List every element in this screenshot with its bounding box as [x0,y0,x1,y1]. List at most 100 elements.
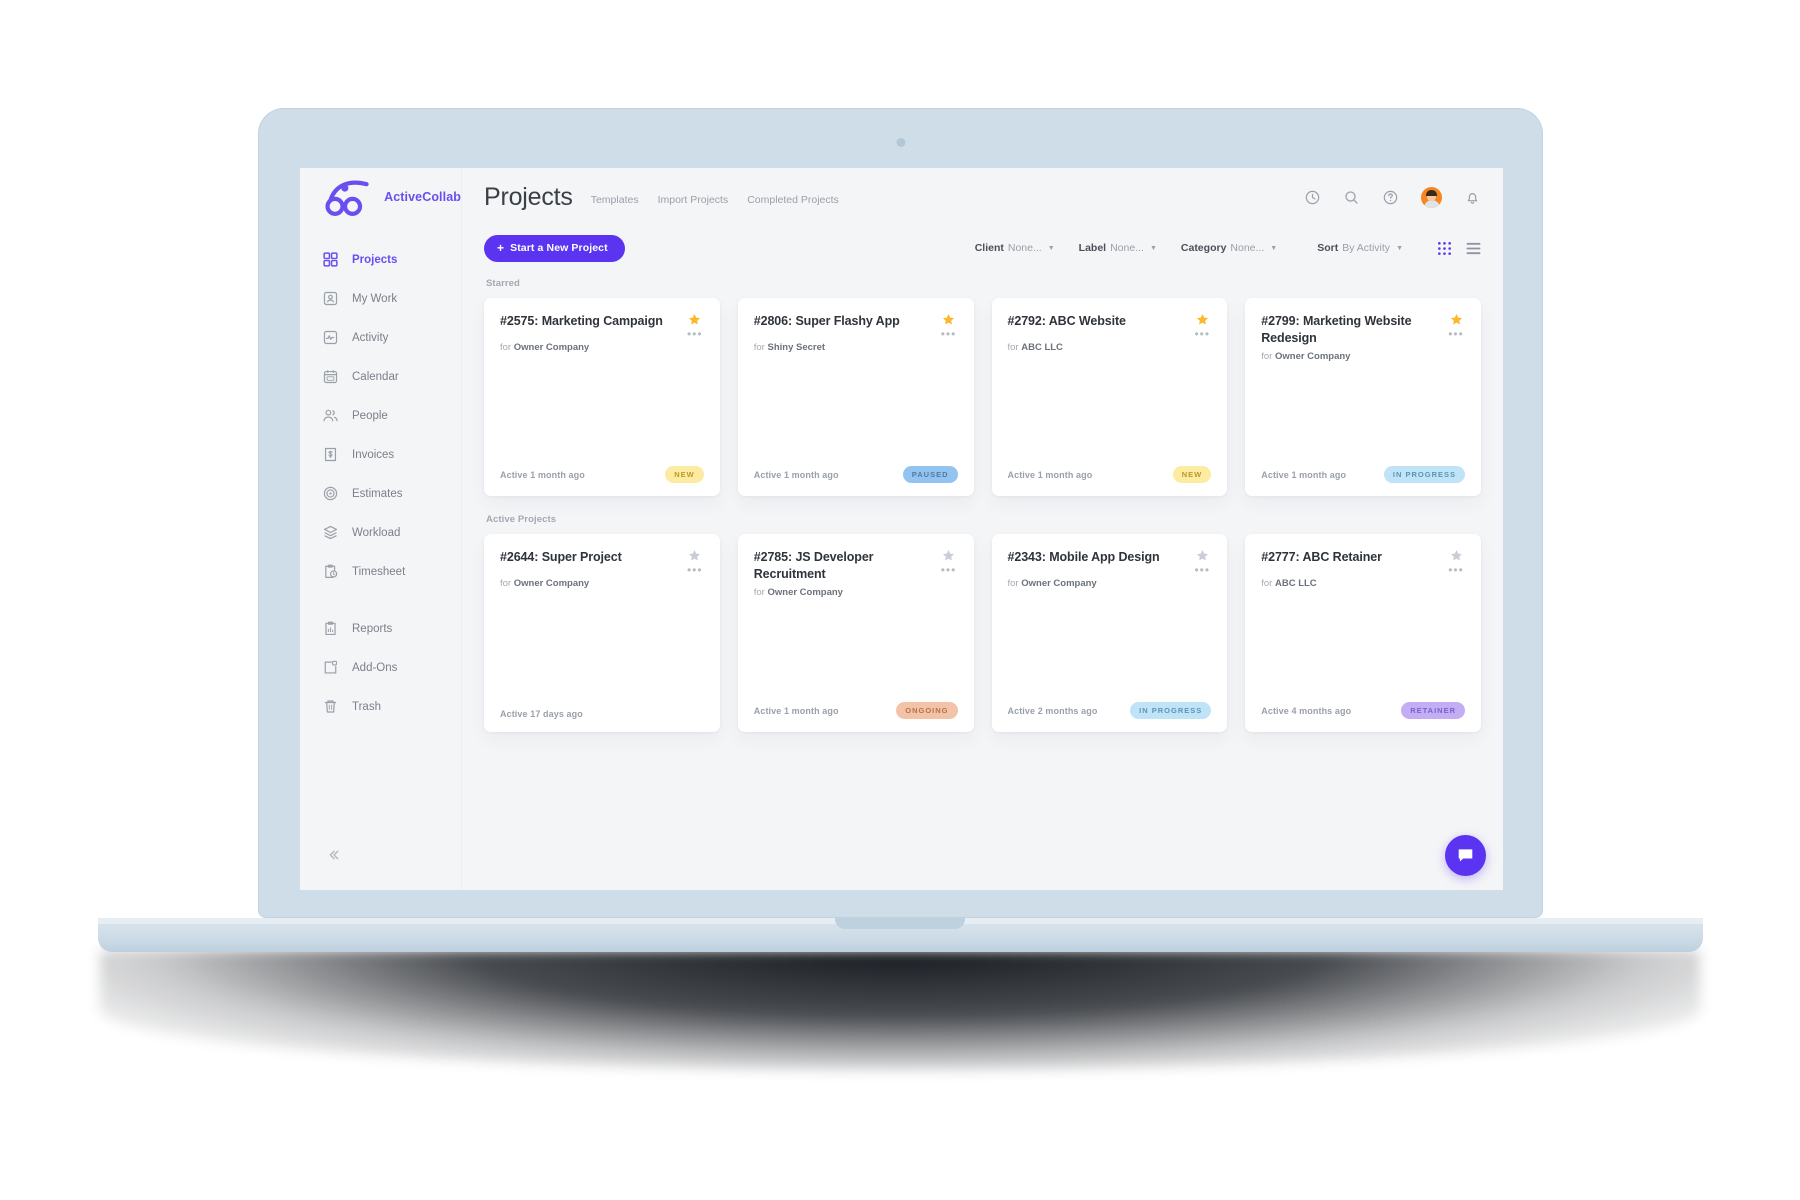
search-icon[interactable] [1343,189,1360,206]
status-badge: IN PROGRESS [1383,466,1465,483]
more-options-icon[interactable]: ••• [1194,564,1210,576]
client-name: Owner Company [1021,578,1097,589]
status-badge: RETAINER [1401,702,1465,719]
sidebar-item-trash[interactable]: Trash [300,687,461,726]
client-prefix: for [1261,578,1273,589]
sidebar-item-workload[interactable]: Workload [300,513,461,552]
more-options-icon[interactable]: ••• [941,328,957,340]
more-options-icon[interactable]: ••• [1448,564,1464,576]
sidebar-item-label: Workload [352,526,401,539]
status-badge: NEW [665,466,704,483]
sidebar-item-timesheet[interactable]: Timesheet [300,552,461,591]
sidebar-item-reports[interactable]: Reports [300,609,461,648]
sidebar-item-estimates[interactable]: Estimates [300,474,461,513]
client-name: Owner Company [1274,351,1351,362]
card-header: #2575: Marketing Campaign ••• [500,313,704,340]
star-icon[interactable] [1196,313,1209,326]
sidebar-item-label: Timesheet [352,565,406,578]
chevron-down-icon: ▼ [1149,245,1157,252]
card-header: #2644: Super Project ••• [500,549,704,576]
invoice-icon [324,447,337,462]
top-nav-links: Templates Import Projects Completed Proj… [591,188,839,206]
star-icon[interactable] [1196,549,1209,562]
sidebar-item-add-ons[interactable]: Add-Ons [300,648,461,687]
sidebar-item-label: People [352,409,388,422]
timer-icon[interactable] [1304,189,1321,206]
project-title: #2792: ABC Website [1007,314,1126,328]
project-title: #2806: Super Flashy App [753,314,900,328]
trash-icon [324,700,337,713]
active-projects-card-grid: #2644: Super Project ••• for Owner Compa… [484,534,1481,732]
brand-logo[interactable]: ActiveCollab [300,168,461,226]
client-name: ABC LLC [1021,342,1063,353]
avatar[interactable] [1421,186,1442,208]
project-card[interactable]: #2799: Marketing Website Redesign ••• fo… [1245,298,1481,496]
sidebar-item-activity[interactable]: Activity [300,318,461,357]
filter-client-value: None... [1007,242,1042,254]
project-card[interactable]: #2644: Super Project ••• for Owner Compa… [484,534,720,732]
filter-sort-value: By Activity [1342,242,1391,254]
project-card[interactable]: #2777: ABC Retainer ••• for ABC LLC Acti… [1245,534,1481,732]
start-new-project-button[interactable]: + Start a New Project [484,234,625,262]
project-activity: Active 1 month ago [1261,469,1347,480]
star-icon[interactable] [1450,313,1463,326]
project-card[interactable]: #2785: JS Developer Recruitment ••• for … [737,534,974,732]
more-options-icon[interactable]: ••• [1194,328,1210,340]
star-icon[interactable] [688,549,701,562]
client-prefix: for [1007,578,1019,589]
card-header: #2343: Mobile App Design ••• [1008,549,1212,576]
chevron-down-icon: ▼ [1270,245,1278,252]
client-name: Owner Company [767,587,843,598]
grid-view-toggle[interactable] [1437,241,1452,256]
sidebar-item-people[interactable]: People [300,396,461,435]
star-icon[interactable] [1450,549,1463,562]
bell-icon[interactable] [1464,189,1481,206]
project-card[interactable]: #2792: ABC Website ••• for ABC LLC Activ… [991,298,1228,496]
top-link-templates[interactable]: Templates [591,194,639,206]
sidebar-item-my-work[interactable]: My Work [300,279,461,318]
star-icon[interactable] [688,313,701,326]
sidebar-item-calendar[interactable]: Calendar [300,357,461,396]
filter-toolbar: + Start a New Project Client None... ▼ L… [462,226,1503,270]
sidebar-nav-primary: Projects My Work Activity Calendar Peopl… [300,226,461,726]
more-options-icon[interactable]: ••• [1448,328,1464,340]
more-options-icon[interactable]: ••• [687,328,703,340]
star-icon[interactable] [942,549,955,562]
filter-sort-key: Sort [1317,242,1339,254]
status-badge: ONGOING [896,702,958,719]
start-new-project-label: Start a New Project [510,242,608,254]
chat-support-button[interactable] [1445,835,1486,876]
calendar-icon [323,370,338,384]
addons-icon [324,660,337,674]
sidebar-item-projects[interactable]: Projects [300,240,461,279]
project-card[interactable]: #2806: Super Flashy App ••• for Shiny Se… [737,298,974,496]
filter-label[interactable]: Label None... ▼ [1079,242,1157,254]
sidebar-collapse-button[interactable] [322,844,344,866]
status-badge: IN PROGRESS [1130,702,1212,719]
card-footer: Active 1 month ago PAUSED [754,466,958,496]
help-icon[interactable] [1382,189,1399,206]
filter-controls: Client None... ▼ Label None... ▼ Categor… [951,241,1481,256]
project-title: #2785: JS Developer Recruitment [753,550,874,581]
more-options-icon[interactable]: ••• [941,564,957,576]
project-activity: Active 1 month ago [753,469,839,480]
laptop-shadow [100,950,1700,1070]
filter-category[interactable]: Category None... ▼ [1181,242,1277,254]
list-view-toggle[interactable] [1466,241,1481,256]
star-icon[interactable] [942,313,955,326]
project-card[interactable]: #2343: Mobile App Design ••• for Owner C… [991,534,1228,732]
card-actions: ••• [1447,549,1465,576]
more-options-icon[interactable]: ••• [687,564,703,576]
top-link-completed-projects[interactable]: Completed Projects [747,194,839,206]
card-footer: Active 17 days ago [500,709,704,732]
project-card[interactable]: #2575: Marketing Campaign ••• for Owner … [484,298,720,496]
card-footer: Active 1 month ago IN PROGRESS [1261,466,1465,496]
sidebar-divider-gap [300,591,461,609]
filter-sort[interactable]: Sort By Activity ▼ [1317,242,1403,254]
pulse-icon [323,330,338,345]
filter-client[interactable]: Client None... ▼ [975,242,1055,254]
project-title: #2777: ABC Retainer [1261,550,1382,564]
project-title: #2575: Marketing Campaign [500,314,663,328]
sidebar-item-invoices[interactable]: Invoices [300,435,461,474]
top-link-import-projects[interactable]: Import Projects [658,194,729,206]
